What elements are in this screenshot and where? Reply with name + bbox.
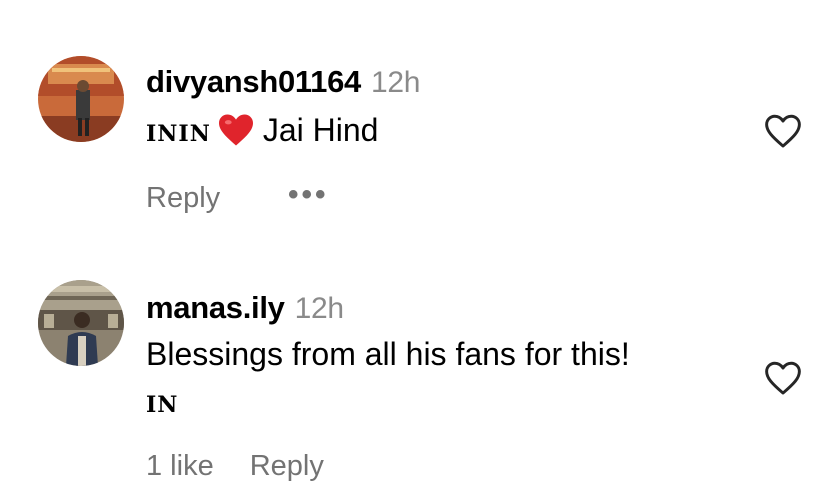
- username-text[interactable]: divyansh01164: [146, 64, 361, 99]
- comment-time: 12h: [294, 292, 344, 325]
- comment-actions: 1 like Reply: [146, 450, 360, 483]
- flag-line: IN: [146, 392, 178, 418]
- comment-username[interactable]: manas.ily 12h: [146, 290, 344, 326]
- comment-actions: Reply: [146, 182, 256, 215]
- reply-button[interactable]: Reply: [146, 182, 220, 214]
- comment-item: divyansh01164 12h ININ Jai Hind Reply •••: [0, 0, 830, 240]
- comment-message: Blessings from all his fans for this!: [146, 336, 630, 372]
- avatar[interactable]: [38, 280, 124, 366]
- heart-outline-icon[interactable]: [763, 113, 803, 149]
- more-horizontal-icon[interactable]: •••: [288, 178, 329, 212]
- flag-label: IN: [146, 392, 179, 418]
- comment-username[interactable]: divyansh01164 12h: [146, 64, 420, 100]
- comment-text: ININ Jai Hind: [146, 112, 378, 155]
- reply-button[interactable]: Reply: [250, 450, 324, 482]
- comment-message: Jai Hind: [262, 112, 379, 148]
- comment-item: manas.ily 12h Blessings from all his fans…: [0, 240, 830, 482]
- avatar[interactable]: [38, 56, 124, 142]
- comment-time: 12h: [370, 66, 421, 99]
- heart-outline-icon[interactable]: [763, 360, 803, 396]
- flag-label: ININ: [146, 121, 211, 147]
- likes-count[interactable]: 1 like: [146, 450, 214, 482]
- red-heart-icon: [217, 113, 255, 155]
- username-text[interactable]: manas.ily: [146, 290, 285, 325]
